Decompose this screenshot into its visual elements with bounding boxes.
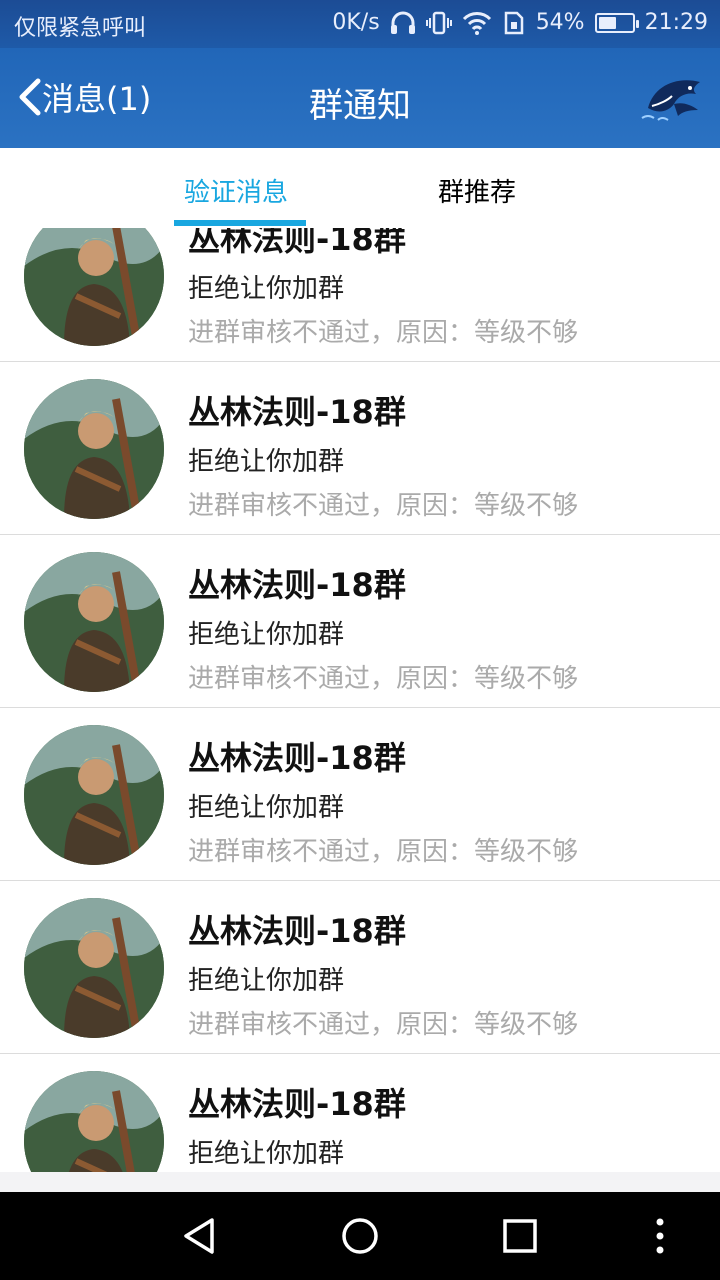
- notification-message: 拒绝让你加群: [188, 447, 345, 477]
- vibrate-icon: [425, 11, 452, 34]
- notification-message: 拒绝让你加群: [188, 966, 345, 996]
- avatar[interactable]: [24, 725, 164, 865]
- network-speed: 0K/s: [332, 10, 380, 35]
- notification-message: 拒绝让你加群: [188, 793, 345, 823]
- notification-message: 拒绝让你加群: [188, 1139, 345, 1169]
- rejection-reason: 进群审核不通过，原因：等级不够: [188, 491, 579, 521]
- rejection-reason: 进群审核不通过，原因：等级不够: [188, 318, 579, 348]
- tab-bar: 验证消息 群推荐: [0, 148, 720, 229]
- rejection-reason: 进群审核不通过，原因：等级不够: [188, 1010, 579, 1040]
- sim-icon: [504, 11, 523, 34]
- app-bar: 消息(1) 群通知: [0, 48, 720, 148]
- dolphin-logo-icon[interactable]: [638, 68, 710, 128]
- headphones-icon: [390, 11, 415, 34]
- notification-item[interactable]: 丛林法则-18群拒绝让你加群进群审核不通过，原因：等级不够: [0, 363, 720, 535]
- group-name: 丛林法则-18群: [188, 393, 406, 431]
- avatar[interactable]: [24, 228, 164, 346]
- group-name: 丛林法则-18群: [188, 228, 406, 258]
- system-nav-bar: [0, 1192, 720, 1280]
- avatar[interactable]: [24, 1071, 164, 1172]
- status-bar: 仅限紧急呼叫 0K/s 54% 21:29: [0, 0, 720, 48]
- avatar[interactable]: [24, 379, 164, 519]
- tab-verification[interactable]: 验证消息: [184, 172, 288, 209]
- status-icons: 0K/s 54% 21:29: [332, 10, 708, 35]
- clock: 21:29: [644, 10, 708, 35]
- rejection-reason: 进群审核不通过，原因：等级不够: [188, 664, 579, 694]
- notification-item[interactable]: 丛林法则-18群拒绝让你加群进群审核不通过，原因：等级不够: [0, 1055, 720, 1172]
- carrier-status-text: 仅限紧急呼叫: [14, 16, 147, 41]
- avatar[interactable]: [24, 552, 164, 692]
- notification-item[interactable]: 丛林法则-18群拒绝让你加群进群审核不通过，原因：等级不够: [0, 536, 720, 708]
- tab-indicator: [174, 220, 306, 226]
- recents-square-icon[interactable]: [498, 1214, 542, 1258]
- menu-dots-icon[interactable]: [638, 1214, 682, 1258]
- group-name: 丛林法则-18群: [188, 912, 406, 950]
- page-title: 群通知: [309, 86, 411, 126]
- battery-icon: [594, 12, 639, 33]
- group-name: 丛林法则-18群: [188, 739, 406, 777]
- list-bottom-gap: [0, 1172, 720, 1192]
- notification-item[interactable]: 丛林法则-18群拒绝让你加群进群审核不通过，原因：等级不够: [0, 709, 720, 881]
- group-name: 丛林法则-18群: [188, 1085, 406, 1123]
- notification-item[interactable]: 丛林法则-18群拒绝让你加群进群审核不通过，原因：等级不够: [0, 882, 720, 1054]
- rejection-reason: 进群审核不通过，原因：等级不够: [188, 837, 579, 867]
- notification-message: 拒绝让你加群: [188, 274, 345, 304]
- back-triangle-icon[interactable]: [178, 1214, 222, 1258]
- notification-item[interactable]: 丛林法则-18群拒绝让你加群进群审核不通过，原因：等级不够: [0, 228, 720, 362]
- notification-list[interactable]: 丛林法则-18群 拒绝让你加群 进群审核不通过，原因：等级不够 丛林法则-18群 拒绝让…: [0, 228, 720, 1172]
- avatar[interactable]: [24, 898, 164, 1038]
- group-name: 丛林法则-18群: [188, 566, 406, 604]
- notification-message: 拒绝让你加群: [188, 620, 345, 650]
- home-circle-icon[interactable]: [338, 1214, 382, 1258]
- battery-percent: 54%: [535, 10, 585, 35]
- tab-recommend[interactable]: 群推荐: [438, 172, 516, 209]
- wifi-icon: [462, 11, 491, 35]
